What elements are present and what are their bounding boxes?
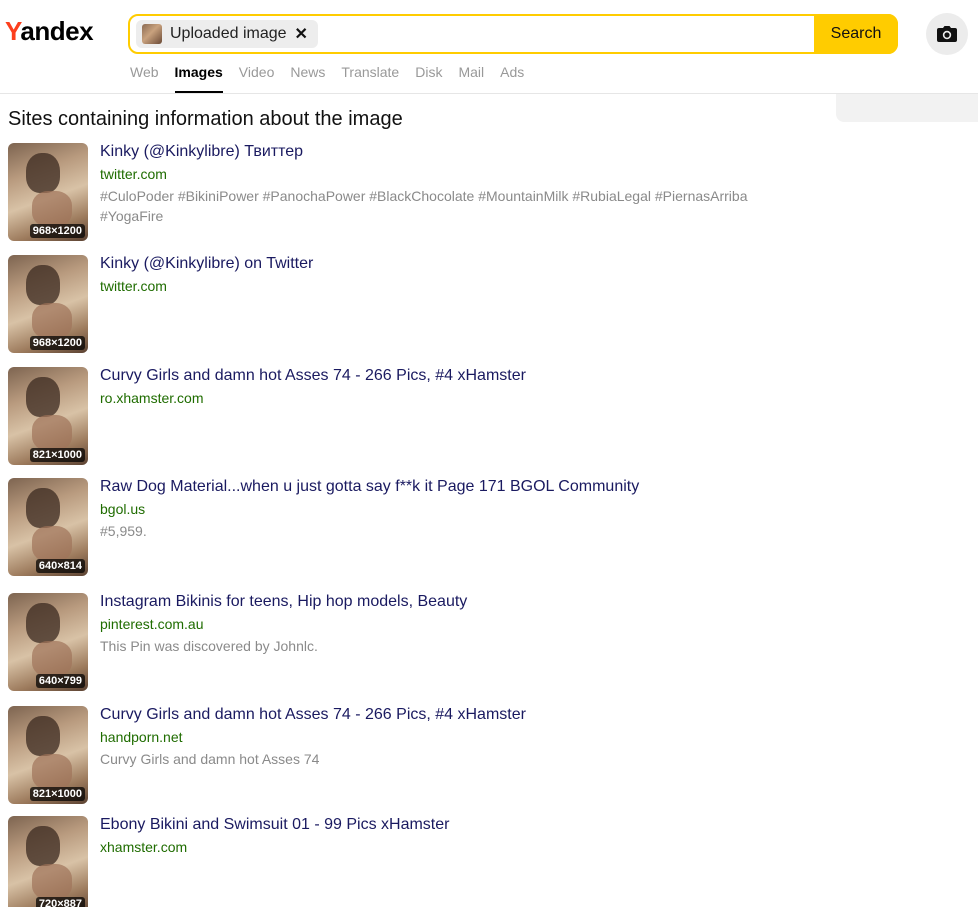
result-domain-link[interactable]: twitter.com bbox=[100, 166, 167, 182]
result-domain-link[interactable]: xhamster.com bbox=[100, 839, 187, 855]
chip-label: Uploaded image bbox=[170, 25, 287, 42]
result-thumbnail[interactable]: 821×1000 bbox=[8, 706, 88, 804]
result-domain-link[interactable]: ro.xhamster.com bbox=[100, 390, 203, 406]
result-thumbnail[interactable]: 640×814 bbox=[8, 478, 88, 576]
result-thumbnail[interactable]: 968×1200 bbox=[8, 255, 88, 353]
result-domain-link[interactable]: twitter.com bbox=[100, 278, 167, 294]
section-title: Sites containing information about the i… bbox=[8, 108, 403, 130]
result-title-link[interactable]: Kinky (@Kinkylibre) on Twitter bbox=[100, 255, 313, 273]
close-icon[interactable]: ✕ bbox=[295, 24, 308, 44]
result-title-link[interactable]: Curvy Girls and damn hot Asses 74 - 266 … bbox=[100, 706, 526, 724]
right-side-panel bbox=[836, 94, 978, 122]
search-tabs: Web Images Video News Translate Disk Mail Ads bbox=[130, 64, 540, 93]
result-domain-link[interactable]: bgol.us bbox=[100, 501, 145, 517]
tab-translate[interactable]: Translate bbox=[341, 64, 399, 93]
result-title-link[interactable]: Kinky (@Kinkylibre) Твиттер bbox=[100, 143, 303, 161]
result-domain-link[interactable]: pinterest.com.au bbox=[100, 616, 204, 632]
result-thumbnail[interactable]: 720×887 bbox=[8, 816, 88, 907]
result-title-link[interactable]: Instagram Bikinis for teens, Hip hop mod… bbox=[100, 593, 467, 611]
tab-ads[interactable]: Ads bbox=[500, 64, 524, 93]
logo-rest: andex bbox=[20, 16, 94, 46]
uploaded-image-thumbnail bbox=[142, 24, 162, 44]
camera-search-button[interactable] bbox=[926, 13, 968, 55]
result-snippet: #5,959. bbox=[100, 523, 147, 539]
result-title-link[interactable]: Curvy Girls and damn hot Asses 74 - 266 … bbox=[100, 367, 526, 385]
image-dimensions-badge: 821×1000 bbox=[29, 787, 85, 801]
tab-web[interactable]: Web bbox=[130, 64, 159, 93]
image-dimensions-badge: 640×814 bbox=[35, 559, 85, 573]
image-dimensions-badge: 821×1000 bbox=[29, 448, 85, 462]
result-title-link[interactable]: Raw Dog Material...when u just gotta say… bbox=[100, 478, 639, 496]
image-dimensions-badge: 640×799 bbox=[35, 674, 85, 688]
logo-first-letter: Y bbox=[5, 16, 21, 46]
tab-video[interactable]: Video bbox=[239, 64, 275, 93]
tab-news[interactable]: News bbox=[290, 64, 325, 93]
result-snippet: Curvy Girls and damn hot Asses 74 bbox=[100, 751, 320, 767]
search-box[interactable]: Uploaded image ✕ Search bbox=[128, 14, 898, 54]
uploaded-image-chip[interactable]: Uploaded image ✕ bbox=[136, 20, 318, 48]
tab-images[interactable]: Images bbox=[174, 64, 224, 93]
result-snippet: #CuloPoder #BikiniPower #PanochaPower #B… bbox=[100, 188, 748, 224]
image-dimensions-badge: 968×1200 bbox=[29, 224, 85, 238]
tab-disk[interactable]: Disk bbox=[415, 64, 442, 93]
camera-icon bbox=[937, 26, 957, 42]
result-domain-link[interactable]: handporn.net bbox=[100, 729, 183, 745]
tab-mail[interactable]: Mail bbox=[458, 64, 484, 93]
result-thumbnail[interactable]: 640×799 bbox=[8, 593, 88, 691]
result-snippet: This Pin was discovered by Johnlc. bbox=[100, 638, 318, 654]
yandex-logo[interactable]: Yandex bbox=[5, 16, 94, 47]
header: Yandex Uploaded image ✕ Search Web Images… bbox=[0, 0, 978, 94]
image-dimensions-badge: 720×887 bbox=[35, 897, 85, 907]
result-thumbnail[interactable]: 968×1200 bbox=[8, 143, 88, 241]
search-button[interactable]: Search bbox=[814, 14, 898, 54]
result-thumbnail[interactable]: 821×1000 bbox=[8, 367, 88, 465]
result-title-link[interactable]: Ebony Bikini and Swimsuit 01 - 99 Pics x… bbox=[100, 816, 449, 834]
image-dimensions-badge: 968×1200 bbox=[29, 336, 85, 350]
